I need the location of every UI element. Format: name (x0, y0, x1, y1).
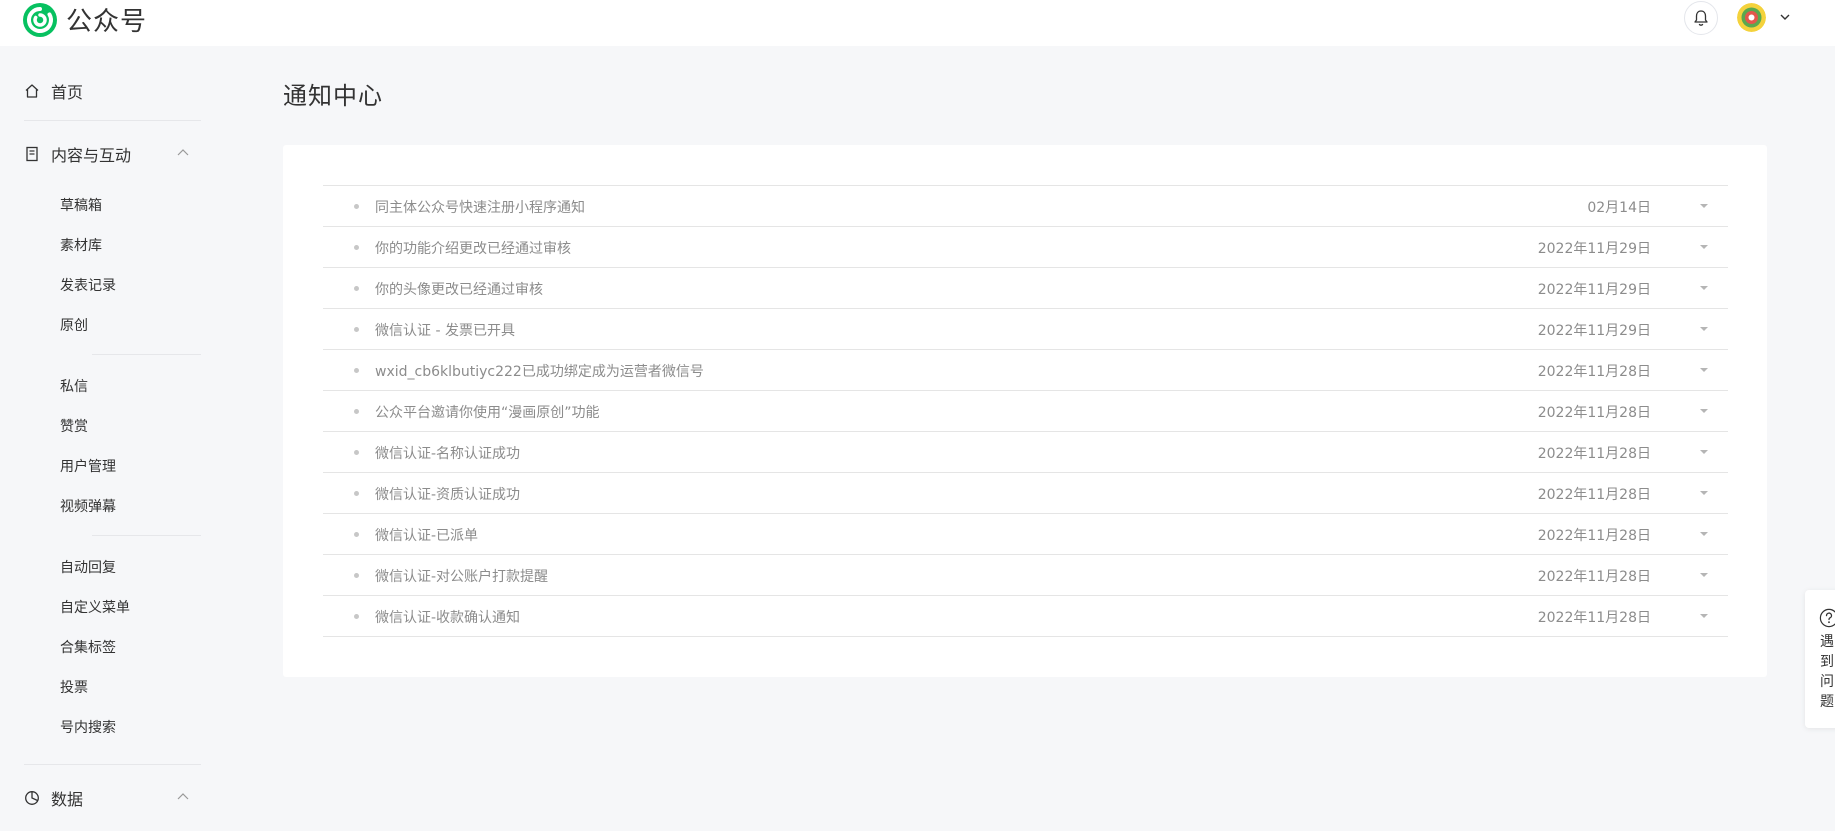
expand-caret-icon[interactable] (1700, 614, 1708, 618)
expand-caret-icon[interactable] (1700, 286, 1708, 290)
home-icon (25, 84, 39, 98)
notification-row[interactable]: 微信认证-对公账户打款提醒 2022年11月28日 (323, 555, 1728, 596)
notification-title[interactable]: 微信认证-资质认证成功 (375, 484, 520, 504)
help-button[interactable]: 遇到问题 (1805, 590, 1835, 728)
expand-caret-icon[interactable] (1700, 450, 1708, 454)
expand-caret-icon[interactable] (1700, 573, 1708, 577)
notification-date: 2022年11月28日 (1537, 405, 1651, 421)
notification-list: 同主体公众号快速注册小程序通知 02月14日你的功能介绍更改已经通过审核 2022年… (323, 185, 1728, 637)
notification-date: 2022年11月29日 (1537, 282, 1651, 298)
notification-date: 2022年11月28日 (1537, 364, 1651, 380)
bullet-dot (354, 614, 359, 619)
notification-date: 2022年11月28日 (1537, 569, 1651, 585)
sidebar-section-content[interactable]: 内容与互动 (24, 142, 201, 166)
notification-title[interactable]: 微信认证-名称认证成功 (375, 443, 520, 463)
wechat-mp-logo-icon (23, 2, 57, 37)
notification-title[interactable]: 公众平台邀请你使用“漫画原创”功能 (375, 402, 600, 422)
bullet-dot (354, 491, 359, 496)
avatar[interactable] (1737, 3, 1766, 32)
sidebar-item-home[interactable]: 首页 (24, 79, 83, 103)
notification-row[interactable]: 同主体公众号快速注册小程序通知 02月14日 (323, 186, 1728, 227)
notification-title[interactable]: 微信认证 - 发票已开具 (375, 320, 515, 340)
notification-row[interactable]: 微信认证-收款确认通知 2022年11月28日 (323, 596, 1728, 637)
document-icon (26, 146, 38, 162)
sidebar-item-voting[interactable]: 投票 (60, 677, 88, 697)
notification-row[interactable]: 微信认证-名称认证成功 2022年11月28日 (323, 432, 1728, 473)
expand-caret-icon[interactable] (1700, 532, 1708, 536)
notification-title[interactable]: 微信认证-对公账户打款提醒 (375, 566, 548, 586)
divider (24, 764, 201, 765)
bullet-dot (354, 573, 359, 578)
sidebar-item-label: 首页 (51, 83, 84, 102)
sidebar-item-drafts[interactable]: 草稿箱 (60, 195, 102, 215)
notification-row[interactable]: wxid_cb6klbutiyc222已成功绑定成为运营者微信号 2022年11月… (323, 350, 1728, 391)
notification-title[interactable]: 微信认证-已派单 (375, 525, 478, 545)
expand-caret-icon[interactable] (1700, 491, 1708, 495)
notification-date: 02月14日 (1587, 200, 1651, 216)
divider (92, 535, 201, 536)
sidebar-section-data[interactable]: 数据 (24, 786, 201, 810)
sidebar-item-custom-menu[interactable]: 自定义菜单 (60, 597, 130, 617)
sidebar-item-rewards[interactable]: 赞赏 (60, 416, 88, 436)
sidebar-item-messages[interactable]: 私信 (60, 376, 88, 396)
pie-chart-icon (25, 791, 39, 805)
notification-title[interactable]: 微信认证-收款确认通知 (375, 607, 520, 627)
sidebar: 首页 内容与互动 草稿箱 素材库 发表记录 原创 私信 赞赏 用户管理 视频弹幕… (0, 46, 210, 831)
notification-date: 2022年11月29日 (1537, 323, 1651, 339)
notification-date: 2022年11月28日 (1537, 446, 1651, 462)
sidebar-item-materials[interactable]: 素材库 (60, 235, 102, 255)
sidebar-item-auto-reply[interactable]: 自动回复 (60, 557, 116, 577)
bullet-dot (354, 327, 359, 332)
sidebar-section-label: 数据 (51, 790, 84, 809)
page-title: 通知中心 (283, 82, 383, 110)
expand-caret-icon[interactable] (1700, 327, 1708, 331)
notification-button[interactable] (1684, 1, 1718, 35)
divider (24, 120, 201, 121)
sidebar-item-original[interactable]: 原创 (60, 315, 88, 335)
notification-date: 2022年11月29日 (1537, 241, 1651, 257)
bullet-dot (354, 204, 359, 209)
sidebar-item-collection-tags[interactable]: 合集标签 (60, 637, 116, 657)
bullet-dot (354, 368, 359, 373)
notification-date: 2022年11月28日 (1537, 610, 1651, 626)
notification-row[interactable]: 微信认证-资质认证成功 2022年11月28日 (323, 473, 1728, 514)
divider (92, 354, 201, 355)
notification-title[interactable]: 同主体公众号快速注册小程序通知 (375, 197, 585, 217)
sidebar-item-user-management[interactable]: 用户管理 (60, 456, 116, 476)
expand-caret-icon[interactable] (1700, 409, 1708, 413)
bullet-dot (354, 409, 359, 414)
brand-logo[interactable]: 公众号 (22, 1, 147, 38)
expand-caret-icon[interactable] (1700, 245, 1708, 249)
bullet-dot (354, 450, 359, 455)
bullet-dot (354, 532, 359, 537)
notification-row[interactable]: 微信认证-已派单 2022年11月28日 (323, 514, 1728, 555)
notification-title[interactable]: 你的功能介绍更改已经通过审核 (375, 238, 571, 258)
top-bar: 公众号 (0, 0, 1835, 46)
notification-title[interactable]: wxid_cb6klbutiyc222已成功绑定成为运营者微信号 (375, 361, 704, 381)
notification-row[interactable]: 你的功能介绍更改已经通过审核 2022年11月29日 (323, 227, 1728, 268)
expand-caret-icon[interactable] (1700, 204, 1708, 208)
notification-date: 2022年11月28日 (1537, 487, 1651, 503)
question-icon (1819, 608, 1835, 628)
bell-icon (1694, 10, 1708, 26)
chevron-down-icon[interactable] (1779, 11, 1791, 23)
sidebar-item-video-danmaku[interactable]: 视频弹幕 (60, 496, 116, 516)
sidebar-section-label: 内容与互动 (51, 146, 132, 165)
notification-row[interactable]: 公众平台邀请你使用“漫画原创”功能 2022年11月28日 (323, 391, 1728, 432)
bullet-dot (354, 245, 359, 250)
bullet-dot (354, 286, 359, 291)
sidebar-item-in-account-search[interactable]: 号内搜索 (60, 717, 116, 737)
notification-card: 同主体公众号快速注册小程序通知 02月14日你的功能介绍更改已经通过审核 2022年… (283, 145, 1767, 677)
notification-title[interactable]: 你的头像更改已经通过审核 (375, 279, 543, 299)
brand-name: 公众号 (66, 7, 148, 37)
help-label: 遇到问题 (1820, 634, 1834, 710)
notification-date: 2022年11月28日 (1537, 528, 1651, 544)
notification-row[interactable]: 你的头像更改已经通过审核 2022年11月29日 (323, 268, 1728, 309)
sidebar-item-publish-records[interactable]: 发表记录 (60, 275, 116, 295)
chevron-up-icon[interactable] (176, 146, 190, 160)
avatar-image (1737, 3, 1766, 32)
notification-row[interactable]: 微信认证 - 发票已开具 2022年11月29日 (323, 309, 1728, 350)
chevron-up-icon[interactable] (176, 790, 190, 804)
expand-caret-icon[interactable] (1700, 368, 1708, 372)
